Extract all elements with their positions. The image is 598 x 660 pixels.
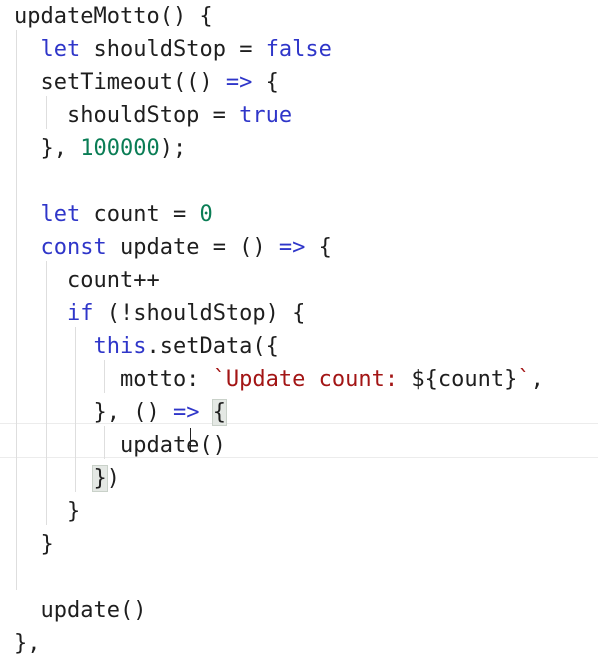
code-token: ,: [530, 367, 544, 392]
code-token: }: [14, 499, 81, 524]
code-line[interactable]: const update = () => {: [14, 231, 332, 264]
code-token: let: [40, 202, 81, 227]
code-token: }: [92, 465, 108, 492]
code-token: setTimeout((): [14, 70, 226, 95]
code-token: update(): [14, 598, 147, 623]
code-token: }: [504, 367, 518, 392]
code-line[interactable]: motto: `Update count: ${count}`,: [14, 363, 544, 396]
code-token: count: [437, 367, 505, 392]
code-token: count =: [80, 202, 200, 227]
code-line[interactable]: }: [14, 528, 54, 561]
code-token: shouldStop =: [14, 103, 240, 128]
code-token: if: [66, 301, 94, 326]
code-token: (!shouldStop) {: [93, 301, 306, 326]
code-token: =>: [172, 400, 200, 425]
code-line[interactable]: }, 100000);: [14, 132, 186, 165]
code-line[interactable]: updateMotto() {: [14, 0, 213, 33]
code-token: },: [14, 136, 81, 161]
code-token: }, (): [14, 400, 173, 425]
text-cursor: [190, 428, 191, 452]
code-token: update(): [14, 433, 226, 458]
code-line[interactable]: this.setData({: [14, 330, 279, 363]
code-line[interactable]: setTimeout(() => {: [14, 66, 279, 99]
code-token: {: [305, 235, 332, 260]
code-token: `: [517, 367, 531, 392]
code-line[interactable]: let count = 0: [14, 198, 213, 231]
code-line[interactable]: update(): [14, 594, 146, 627]
code-line[interactable]: let shouldStop = false: [14, 33, 332, 66]
code-token: motto:: [14, 367, 213, 392]
code-token: {: [252, 70, 279, 95]
code-line[interactable]: count++: [14, 264, 160, 297]
code-token: 100000: [80, 136, 160, 161]
code-token: 0: [199, 202, 213, 227]
code-line[interactable]: if (!shouldStop) {: [14, 297, 305, 330]
code-token: shouldStop =: [80, 37, 266, 62]
code-token: {: [211, 399, 227, 426]
code-token: =>: [225, 70, 253, 95]
code-line[interactable]: }, () => {: [14, 396, 227, 429]
code-token: updateMotto() {: [14, 4, 213, 29]
code-token: true: [239, 103, 293, 128]
code-token: let: [40, 37, 81, 62]
code-line[interactable]: },: [14, 627, 41, 660]
code-token: },: [14, 631, 41, 656]
code-token: ${: [411, 367, 438, 392]
code-token: =>: [278, 235, 306, 260]
code-line[interactable]: shouldStop = true: [14, 99, 292, 132]
code-token: update = (): [106, 235, 279, 260]
code-token: ): [106, 466, 120, 491]
code-token: `Update count:: [212, 367, 412, 392]
code-token: count++: [14, 268, 160, 293]
code-token: .setData({: [146, 334, 279, 359]
code-line[interactable]: }: [14, 495, 80, 528]
code-token: }: [14, 532, 54, 557]
code-editor[interactable]: updateMotto() { let shouldStop = false s…: [0, 0, 598, 656]
code-token: const: [40, 235, 107, 260]
code-token: false: [265, 37, 332, 62]
code-token: );: [159, 136, 187, 161]
code-line[interactable]: update(): [14, 429, 226, 462]
code-line[interactable]: }): [14, 462, 120, 495]
code-token: this: [93, 334, 147, 359]
